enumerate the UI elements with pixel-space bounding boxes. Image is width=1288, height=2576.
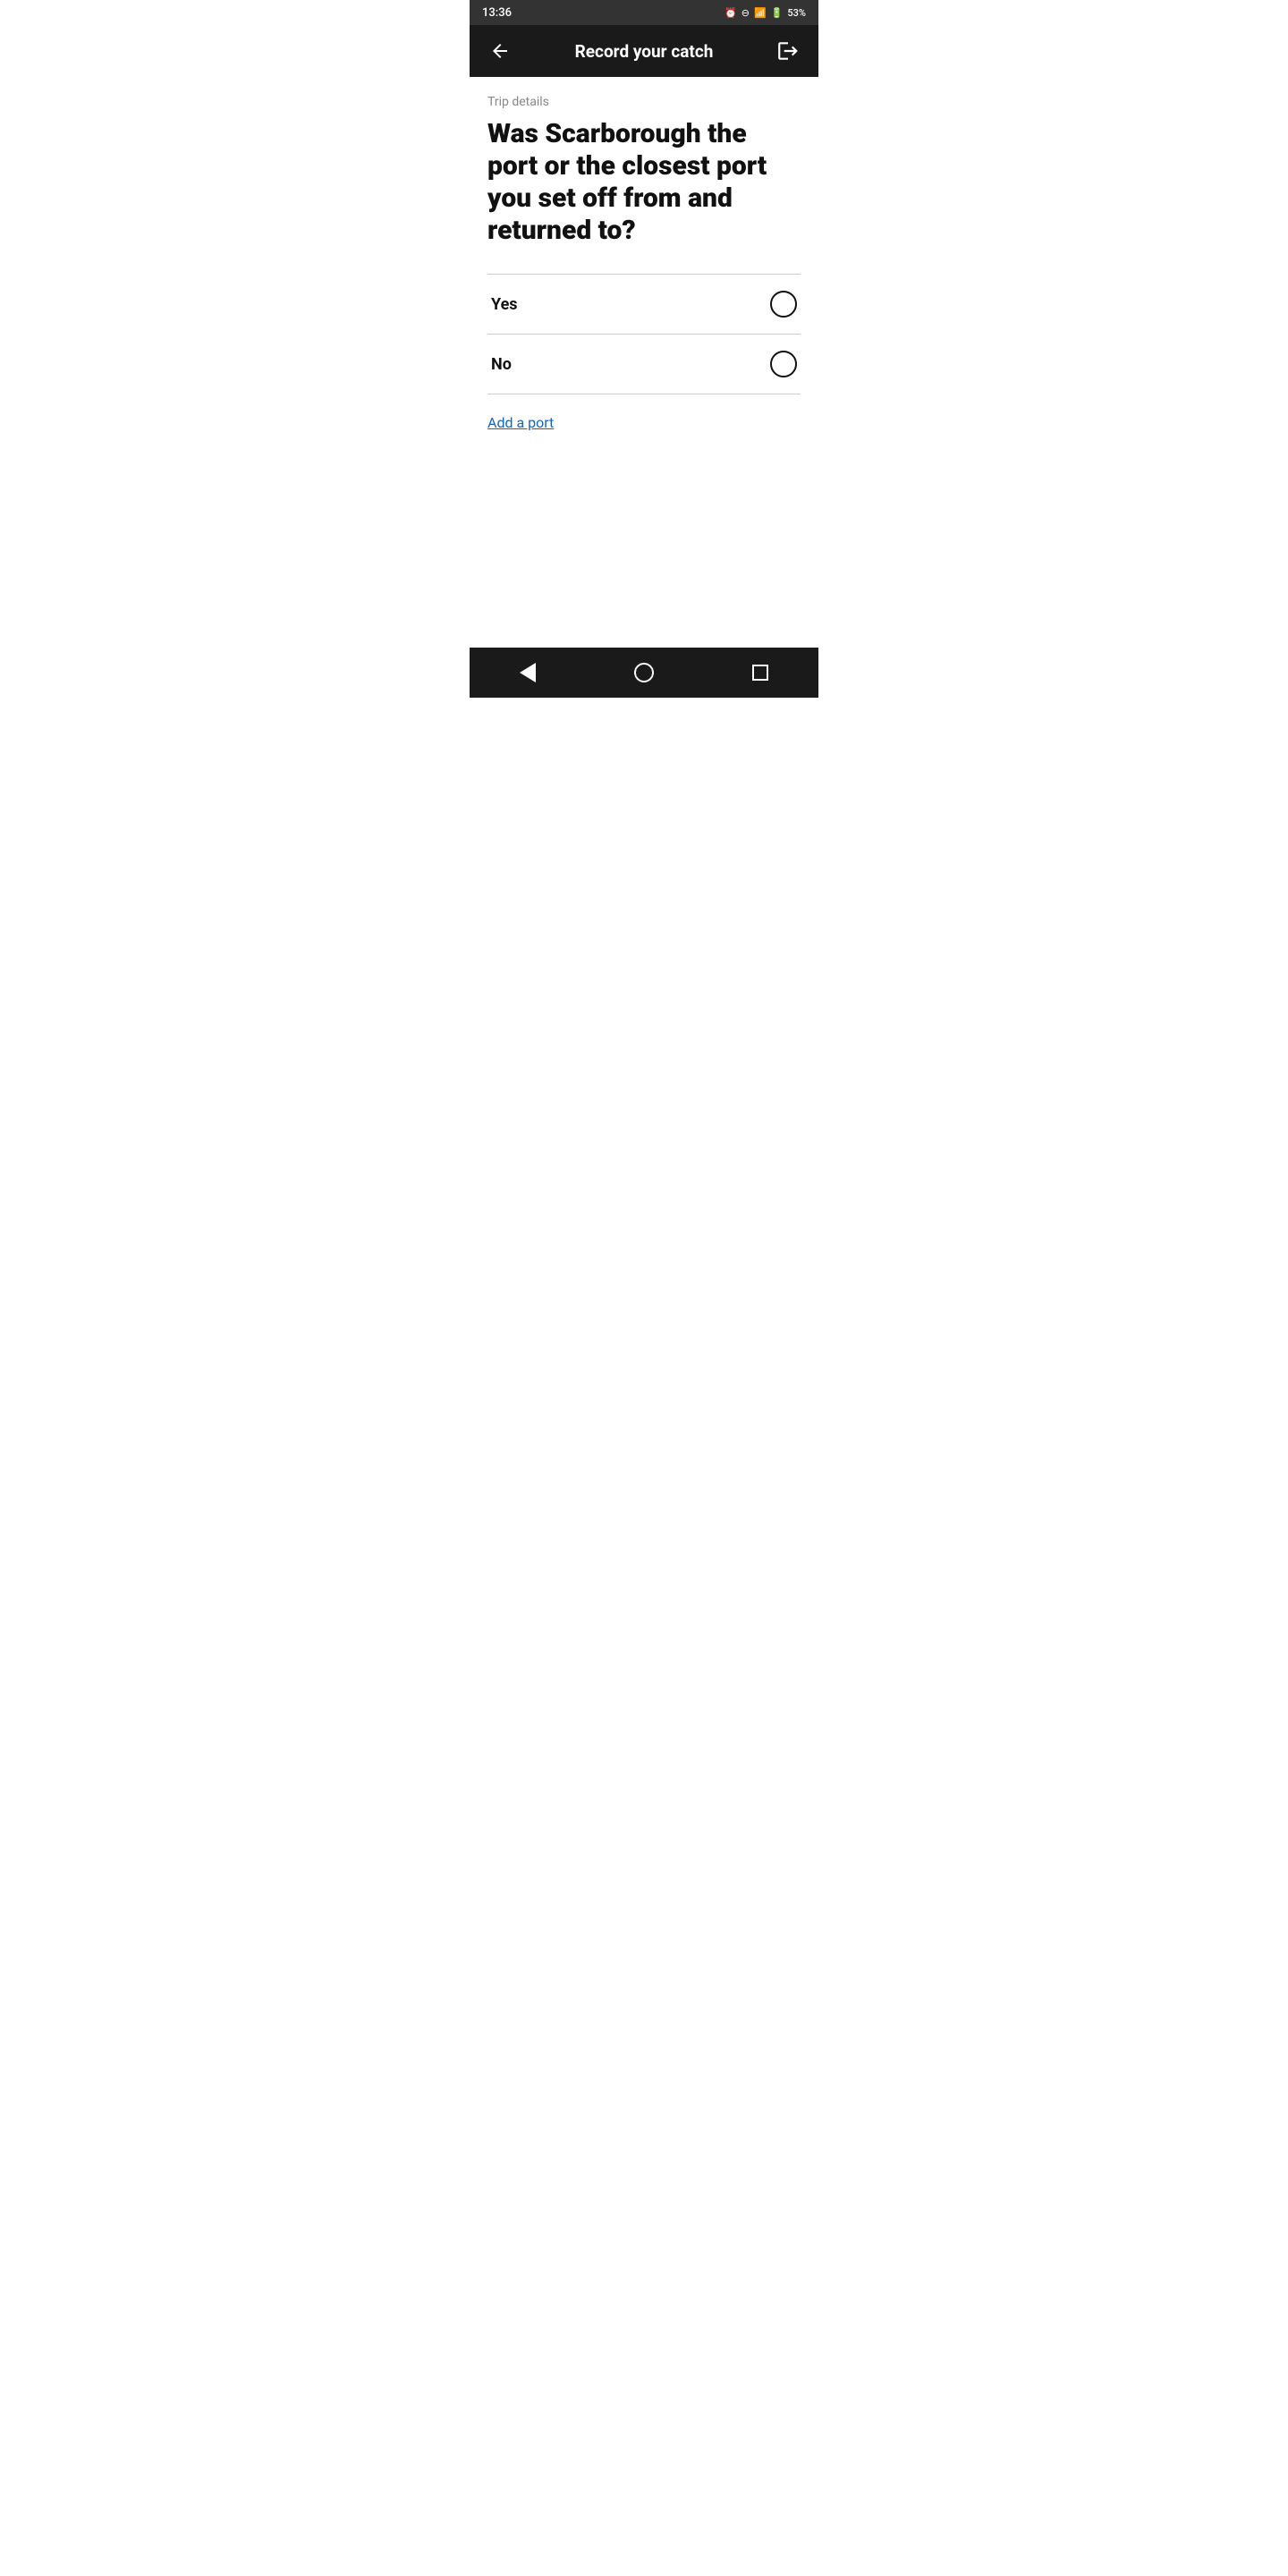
exit-button[interactable] — [772, 39, 804, 63]
back-button[interactable] — [484, 40, 516, 62]
add-port-link[interactable]: Add a port — [487, 414, 554, 431]
nav-back-icon — [520, 663, 536, 682]
nav-bar — [470, 648, 818, 698]
alarm-icon: ⏰ — [724, 7, 737, 19]
battery-icon: 🔋 — [771, 7, 784, 19]
option-no-label: No — [491, 355, 512, 374]
status-bar-right: ⏰ ⊖ 📶 🔋 53% — [724, 7, 806, 19]
nav-home-icon — [634, 663, 654, 682]
battery-percent: 53% — [787, 7, 806, 19]
signal-icon: 📶 — [754, 7, 767, 19]
nav-recents-button[interactable] — [733, 665, 787, 681]
main-content: Trip details Was Scarborough the port or… — [470, 77, 818, 648]
status-bar: 13:36 ⏰ ⊖ 📶 🔋 53% — [470, 0, 818, 25]
option-no-radio[interactable] — [770, 351, 797, 377]
nav-recents-icon — [752, 665, 768, 681]
option-no[interactable]: No — [487, 335, 801, 394]
nav-home-button[interactable] — [617, 663, 671, 682]
page-title: Record your catch — [516, 41, 772, 62]
status-time: 13:36 — [482, 6, 512, 20]
section-label: Trip details — [487, 95, 801, 109]
nav-back-button[interactable] — [501, 663, 555, 682]
option-yes-label: Yes — [491, 295, 518, 314]
option-yes-radio[interactable] — [770, 291, 797, 318]
question-text: Was Scarborough the port or the closest … — [487, 118, 801, 247]
block-icon: ⊖ — [741, 7, 750, 19]
option-yes[interactable]: Yes — [487, 275, 801, 335]
app-bar: Record your catch — [470, 25, 818, 77]
